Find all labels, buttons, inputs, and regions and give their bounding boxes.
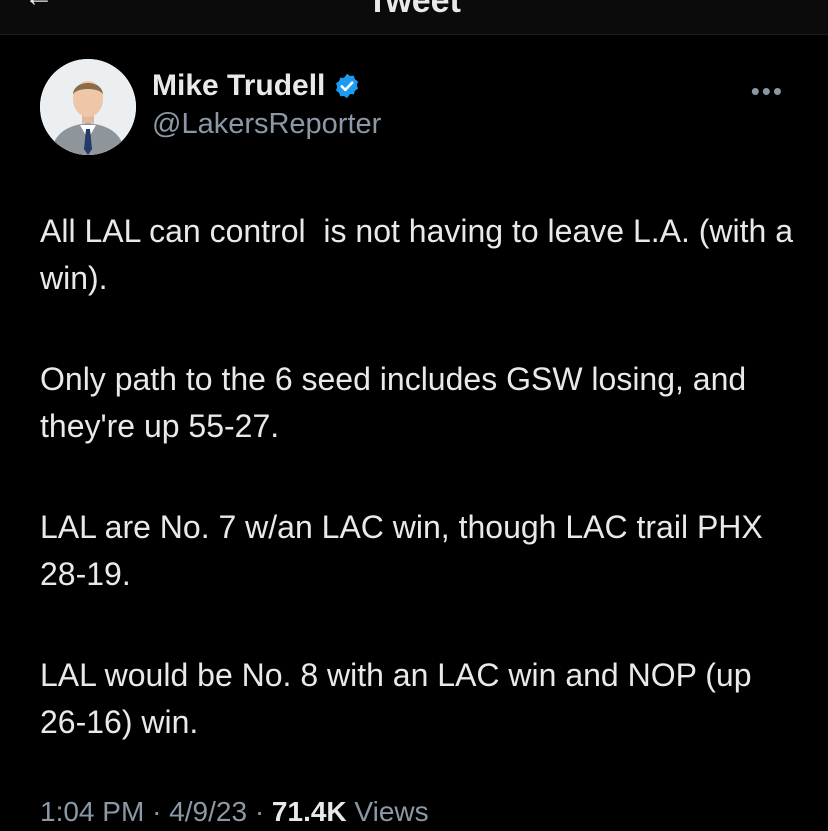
tweet-paragraph: LAL would be No. 8 with an LAC win and N…: [40, 657, 761, 740]
tweet-time[interactable]: 1:04 PM: [40, 796, 144, 827]
tweet-paragraph: All LAL can control is not having to lea…: [40, 213, 802, 296]
tweet-metadata: 1:04 PM · 4/9/23 · 71.4K Views: [40, 796, 429, 828]
author-block: Mike Trudell @LakersReporter: [152, 68, 381, 141]
tweet-text: All LAL can control is not having to lea…: [40, 208, 800, 800]
page-title: Tweet: [367, 0, 461, 20]
meta-separator: ·: [152, 796, 162, 827]
tweet-paragraph: Only path to the 6 seed includes GSW los…: [40, 361, 756, 444]
top-bar: ← Tweet: [0, 0, 828, 35]
tweet-paragraph: LAL are No. 7 w/an LAC win, though LAC t…: [40, 509, 772, 592]
verified-badge-icon: [333, 72, 361, 100]
views-count[interactable]: 71.4K: [272, 796, 347, 827]
more-icon[interactable]: •••: [751, 78, 784, 104]
meta-separator: ·: [254, 796, 265, 827]
author-name[interactable]: Mike Trudell: [152, 69, 325, 103]
tweet-date[interactable]: 4/9/23: [169, 796, 247, 827]
author-handle[interactable]: @LakersReporter: [152, 108, 381, 141]
views-label: Views: [354, 796, 429, 827]
avatar[interactable]: [40, 59, 136, 155]
